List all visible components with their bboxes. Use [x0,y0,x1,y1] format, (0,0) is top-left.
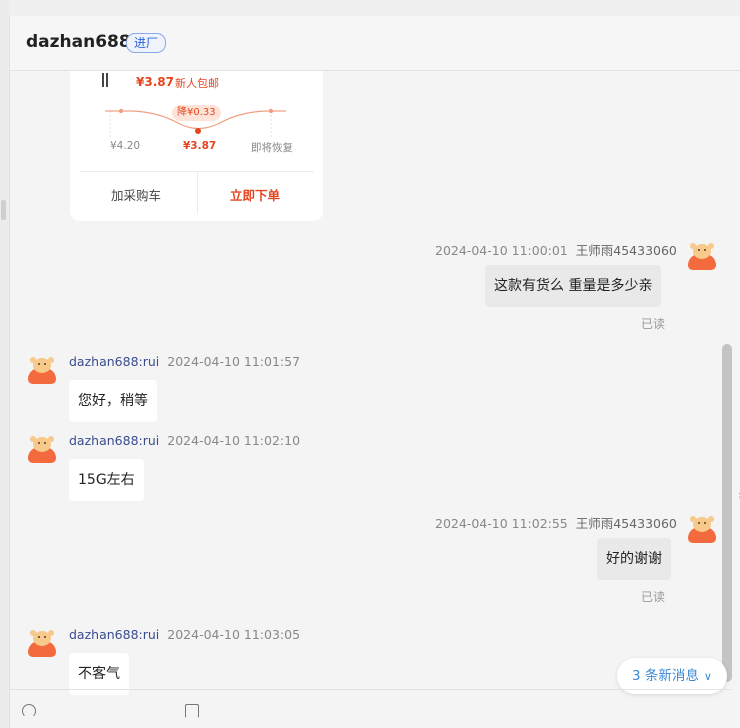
message-time: 2024-04-10 11:02:10 [167,433,301,448]
message-time: 2024-04-10 11:00:01 [435,243,568,258]
promo-text: 新人包邮 [175,77,219,90]
chat-window: dazhan688 进厂 ¥3.87 新人包邮 降¥0.33 ¥4.20 ¥3.… [9,16,740,728]
scrollbar-thumb[interactable] [722,344,732,682]
message-sender[interactable]: dazhan688:rui [69,433,159,448]
product-thumbnail[interactable] [102,73,110,89]
message-sender: 王师雨45433060 [575,516,677,531]
top-strip [0,0,740,16]
message-bubble-incoming[interactable]: 15G左右 [69,459,144,501]
attachment-icon[interactable] [185,704,199,718]
contact-name: dazhan688 [26,32,131,52]
message-time: 2024-04-10 11:02:55 [435,516,568,531]
price-drop-badge: 降¥0.33 [172,105,221,121]
add-to-cart-button[interactable]: 加采购车 [111,185,161,204]
cow-avatar-icon[interactable] [686,513,718,545]
product-card[interactable]: ¥3.87 新人包邮 降¥0.33 ¥4.20 ¥3.87 即将恢复 加采购车 … [70,71,323,221]
current-price-label: ¥3.87 [183,140,217,152]
left-panel-edge [0,0,9,728]
message-meta: 2024-04-10 11:00:01 王师雨45433060 [435,240,677,259]
cow-avatar-icon[interactable] [686,240,718,272]
cow-avatar-icon[interactable] [26,627,58,659]
message-bubble-outgoing[interactable]: 好的谢谢 [597,538,671,580]
message-time: 2024-04-10 11:01:57 [167,354,301,369]
message-time: 2024-04-10 11:03:05 [167,627,301,642]
message-sender[interactable]: dazhan688:rui [69,627,159,642]
message-bubble-outgoing[interactable]: 这款有货么 重量是多少亲 [485,265,662,307]
buy-now-button[interactable]: 立即下单 [230,185,280,204]
message-meta: dazhan688:rui 2024-04-10 11:01:57 [69,354,300,369]
message-sender[interactable]: dazhan688:rui [69,354,159,369]
contact-tag-badge[interactable]: 进厂 [126,33,167,53]
new-messages-label: 3 条新消息 [632,668,699,684]
cow-avatar-icon[interactable] [26,354,58,386]
original-price-label: ¥4.20 [110,140,141,152]
read-status: 已读 [641,590,666,604]
message-meta: 2024-04-10 11:02:55 王师雨45433060 [435,513,677,532]
message-meta: dazhan688:rui 2024-04-10 11:02:10 [69,433,300,448]
product-price: ¥3.87 [136,75,174,89]
message-bubble-incoming[interactable]: 您好，稍等 [69,380,157,422]
message-meta: dazhan688:rui 2024-04-10 11:03:05 [69,627,300,642]
read-status: 已读 [641,317,666,331]
card-button-divider [197,172,198,214]
emoji-icon[interactable] [22,704,36,718]
cow-avatar-icon[interactable] [26,433,58,465]
composer-divider [9,689,731,690]
restore-price-label: 即将恢复 [251,142,293,154]
message-sender: 王师雨45433060 [575,243,677,258]
left-panel-handle[interactable] [1,200,6,220]
chat-header: dazhan688 进厂 [10,16,740,71]
